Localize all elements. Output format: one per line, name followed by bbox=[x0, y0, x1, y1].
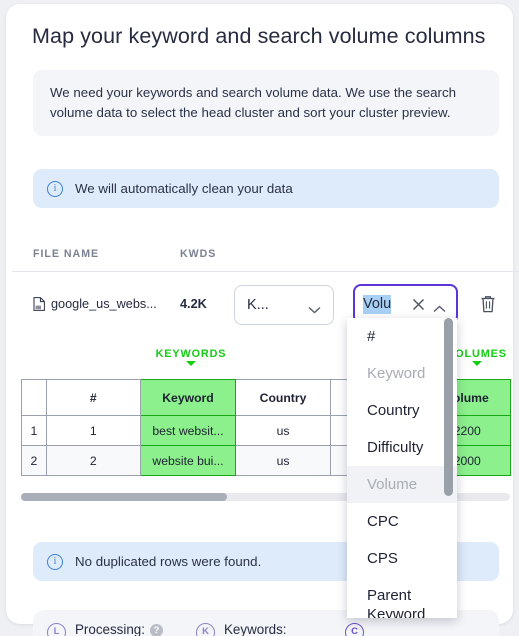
duplicates-banner-text: No duplicated rows were found. bbox=[75, 554, 262, 569]
cell-keyword: best websit... bbox=[139, 415, 237, 446]
footer-label-keywords: Keywords: bbox=[224, 622, 287, 636]
dropdown-option-country[interactable]: Country bbox=[347, 392, 457, 429]
chevron-up-icon[interactable] bbox=[433, 300, 446, 313]
dropdown-option-parent-keyword[interactable]: Parent Keyword bbox=[347, 577, 433, 618]
cell-num: 2 bbox=[45, 445, 141, 476]
dropdown-option-keyword[interactable]: Keyword bbox=[347, 355, 457, 392]
chevron-down-icon[interactable] bbox=[308, 301, 321, 314]
dropdown-scrollbar[interactable] bbox=[444, 318, 455, 618]
row-index: 2 bbox=[21, 445, 47, 476]
horizontal-scrollbar-thumb[interactable] bbox=[21, 493, 227, 501]
triangle-down-icon bbox=[472, 361, 482, 366]
keyword-icon: K bbox=[196, 623, 215, 636]
help-icon[interactable]: ? bbox=[149, 624, 163, 636]
cell-num: 1 bbox=[45, 415, 141, 446]
description-box: We need your keywords and search volume … bbox=[33, 70, 499, 136]
row-index: 1 bbox=[21, 415, 47, 446]
volume-column-select-value: Volu bbox=[363, 294, 392, 314]
triangle-down-icon bbox=[186, 361, 196, 366]
dropdown-scrollbar-thumb[interactable] bbox=[444, 318, 453, 496]
dropdown-option-volume[interactable]: Volume bbox=[347, 466, 457, 503]
preview-label-keywords-text: KEYWORDS bbox=[155, 348, 227, 360]
dropdown-option-cpc[interactable]: CPC bbox=[347, 503, 457, 540]
dropdown-option-hash[interactable]: # bbox=[347, 318, 457, 355]
dropdown-option-cps[interactable]: CPS bbox=[347, 540, 457, 577]
header-num: # bbox=[45, 379, 141, 416]
description-text: We need your keywords and search volume … bbox=[50, 85, 457, 120]
keyword-column-select[interactable]: K... bbox=[234, 285, 334, 325]
cell-country: us bbox=[235, 415, 331, 446]
header-country: Country bbox=[235, 379, 331, 416]
corner-cell bbox=[21, 379, 47, 416]
footer-item-keywords: K Keywords: bbox=[196, 622, 287, 636]
header-keyword: Keyword bbox=[139, 379, 237, 416]
column-header-kwds: KWDS bbox=[180, 248, 217, 260]
info-icon: i bbox=[47, 553, 63, 570]
page-root: Map your keyword and search volume colum… bbox=[0, 0, 519, 636]
info-icon: i bbox=[47, 180, 63, 197]
close-icon[interactable] bbox=[412, 298, 425, 311]
column-header-file-name: FILE NAME bbox=[33, 248, 100, 260]
cell-country: us bbox=[235, 445, 331, 476]
trash-icon[interactable] bbox=[480, 295, 496, 313]
footer-item-processing: L Processing:? bbox=[47, 622, 163, 636]
cell-keyword: website bui... bbox=[139, 445, 237, 476]
clean-data-banner-text: We will automatically clean your data bbox=[75, 181, 293, 196]
page-title: Map your keyword and search volume colum… bbox=[32, 24, 486, 48]
file-name-label: google_us_webs... bbox=[51, 297, 157, 311]
kwds-value: 4.2K bbox=[180, 297, 207, 311]
clock-icon: L bbox=[47, 623, 66, 636]
dropdown-option-difficulty[interactable]: Difficulty bbox=[347, 429, 457, 466]
footer-label-processing: Processing:? bbox=[75, 622, 163, 636]
footer-item-credits: C bbox=[345, 622, 373, 636]
keyword-column-select-value: K... bbox=[247, 297, 269, 313]
clean-data-banner: i We will automatically clean your data bbox=[33, 169, 499, 208]
credits-icon: C bbox=[345, 623, 364, 636]
volume-column-dropdown[interactable]: # Keyword Country Difficulty Volume CPC … bbox=[347, 318, 457, 618]
file-icon bbox=[33, 297, 45, 311]
preview-label-keywords: KEYWORDS bbox=[144, 348, 238, 366]
